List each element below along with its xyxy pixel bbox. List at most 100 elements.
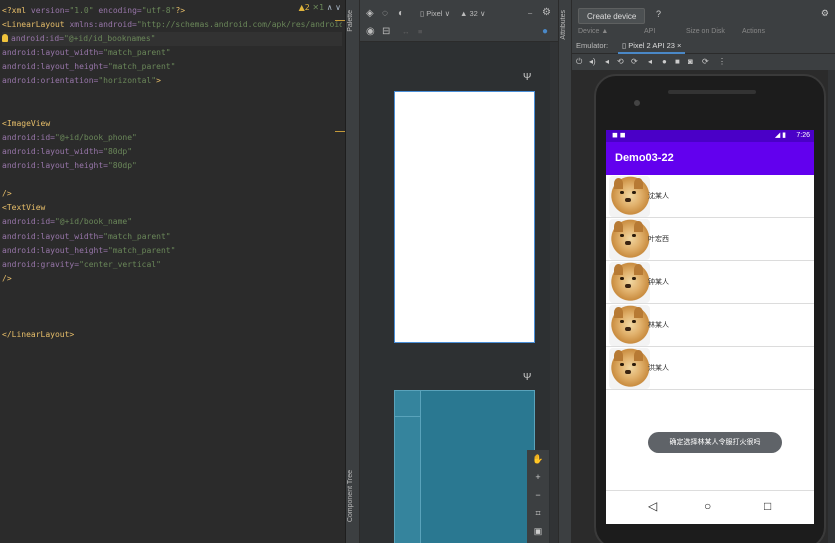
code-token: xmlns:android= [64,20,137,30]
volume-up-icon[interactable]: ◂) [589,57,596,66]
nav-home-button[interactable]: ○ [704,499,711,513]
dog-ear [634,221,643,232]
code-line[interactable]: android:layout_height="match_parent" [2,60,342,74]
code-line[interactable]: /> [2,272,342,286]
code-line[interactable]: android:layout_width="80dp" [2,145,342,159]
volume-down-icon[interactable]: ◂ [605,57,609,66]
code-token: "80dp" [107,161,137,171]
code-line[interactable]: android:id="@+id/book_name" [2,215,342,229]
book-listview[interactable]: 沈某人叶宏西钟某人林某人洪某人 [606,175,814,390]
code-line[interactable]: <LinearLayout xmlns:android="http://sche… [2,18,342,32]
code-line[interactable]: /> [2,187,342,201]
back-icon[interactable]: ◂ [648,57,652,66]
code-token: android:layout_height= [2,161,108,171]
tab-pixel-2-api-23[interactable]: ▯ Pixel 2 API 23 × [618,38,686,54]
toast-message: 确定选择林某人令服打火很吗 [648,432,782,453]
code-line[interactable] [2,286,342,300]
rotate-icon[interactable]: ⟲ [617,57,624,66]
palette-tab[interactable]: Palette [347,10,354,32]
code-token: "match_parent" [103,231,171,241]
list-item[interactable]: 洪某人 [606,347,814,390]
orientation-icon[interactable]: ◐ [398,8,404,19]
code-line[interactable]: android:layout_height="80dp" [2,159,342,173]
code-line[interactable]: android:layout_height="match_parent" [2,244,342,258]
dog-ear [634,178,643,189]
col-device[interactable]: Device ▲ [578,28,608,35]
pin-icon[interactable]: Ψ [523,72,531,83]
code-token: android:id= [11,34,64,44]
settings-icon[interactable]: ⚙ [542,7,551,18]
code-lines[interactable]: <?xml version="1.0" encoding="utf-8"?> <L… [2,4,342,342]
pan-icon[interactable]: ✋ [527,450,549,468]
nav-recent-button[interactable]: □ [764,499,771,513]
code-line[interactable]: android:id="@+id/id_booknames" [2,32,342,47]
minimize-icon[interactable]: – [528,8,532,17]
code-line[interactable] [2,173,342,187]
code-token: "@+id/book_phone" [54,132,137,142]
fit-screen-icon[interactable]: ⌗ [527,504,549,522]
zoom-in-icon[interactable]: + [527,468,549,486]
lightbulb-icon[interactable] [2,34,8,43]
rotate-right-icon[interactable]: ⟳ [631,57,638,66]
attributes-tab[interactable]: Attributes [560,10,567,40]
code-line[interactable]: <TextView [2,201,342,215]
col-size[interactable]: Size on Disk [686,28,725,35]
align-icon[interactable]: ≡ [418,27,422,36]
design-mode-icon[interactable]: ◈ [366,8,374,19]
list-item[interactable]: 钟某人 [606,261,814,304]
actual-size-icon[interactable]: ▣ [527,522,549,540]
code-line[interactable] [2,89,342,103]
code-line[interactable]: android:layout_width="match_parent" [2,230,342,244]
code-line[interactable] [2,103,342,117]
margin-icon[interactable]: ↔ [402,27,410,36]
list-item[interactable]: 叶宏西 [606,218,814,261]
emulator-scrollbar[interactable] [828,70,835,543]
component-tree-tab[interactable]: Component Tree [347,470,354,522]
zoom-out-icon[interactable]: − [527,486,549,504]
help-button[interactable]: ? [656,9,661,19]
list-item[interactable]: 沈某人 [606,175,814,218]
code-line[interactable]: <?xml version="1.0" encoding="utf-8"?> [2,4,342,18]
layout-icon[interactable]: ⊟ [382,26,390,37]
design-preview-screen[interactable] [394,91,535,343]
close-icon[interactable]: × [677,41,681,50]
code-line[interactable] [2,300,342,314]
overview-icon[interactable]: ■ [675,57,680,66]
create-device-button[interactable]: Create device [578,8,646,24]
code-line[interactable]: android:layout_width="match_parent" [2,46,342,60]
book-name: 叶宏西 [648,236,669,243]
list-item[interactable]: 林某人 [606,304,814,347]
design-toolbar: ◈ ◌ ◐ ▯ Pixel ∨ ▲ 32 ∨ – ⚙ ◉ ⊟ ↔ ≡ ● [360,0,558,42]
book-name: 林某人 [648,322,669,329]
power-icon[interactable]: ⏻ [576,57,582,67]
code-line[interactable]: android:orientation="horizontal"> [2,74,342,88]
design-canvas[interactable]: Ψ Ψ [360,42,550,543]
code-line[interactable] [2,314,342,328]
signal-icon: ◢ ▮ [774,132,786,139]
front-camera [634,100,640,106]
device-selector[interactable]: ▯ Pixel ∨ [420,9,450,18]
pin-icon[interactable]: Ψ [523,372,531,383]
snapshot-icon[interactable]: ⟳ [702,57,709,66]
design-scrollbar[interactable] [550,42,558,543]
blueprint-preview-screen[interactable] [394,390,535,543]
nav-back-button[interactable]: ◁ [648,499,657,513]
code-token: android:layout_width= [2,48,104,58]
code-line[interactable]: </LinearLayout> [2,328,342,342]
settings-icon[interactable]: ⚙ [821,8,829,19]
code-line[interactable]: android:id="@+id/book_phone" [2,131,342,145]
home-icon[interactable]: ● [662,57,667,66]
phone-screen[interactable]: ◼ ◼ ◢ ▮ 7:26 Demo03-22 沈某人 叶宏西 钟某人 林某人 洪某人 确… [606,130,814,490]
code-line[interactable]: <ImageView [2,117,342,131]
code-token: "http://schemas.android.com/apk/res/andr… [136,20,342,30]
code-line[interactable]: android:gravity="center_vertical" [2,258,342,272]
info-icon[interactable]: ● [542,26,548,37]
xml-code-editor[interactable]: ▲2 ✕1 ∧ ∨ <?xml version="1.0" encoding="… [0,0,346,543]
col-api[interactable]: API [644,28,655,35]
blueprint-mode-icon[interactable]: ◌ [382,8,388,19]
more-icon[interactable]: ⋮ [718,57,726,66]
eye-icon[interactable]: ◉ [366,26,375,37]
col-actions[interactable]: Actions [742,28,765,35]
camera-icon[interactable]: ◙ [688,57,693,66]
api-selector[interactable]: ▲ 32 ∨ [460,9,485,18]
